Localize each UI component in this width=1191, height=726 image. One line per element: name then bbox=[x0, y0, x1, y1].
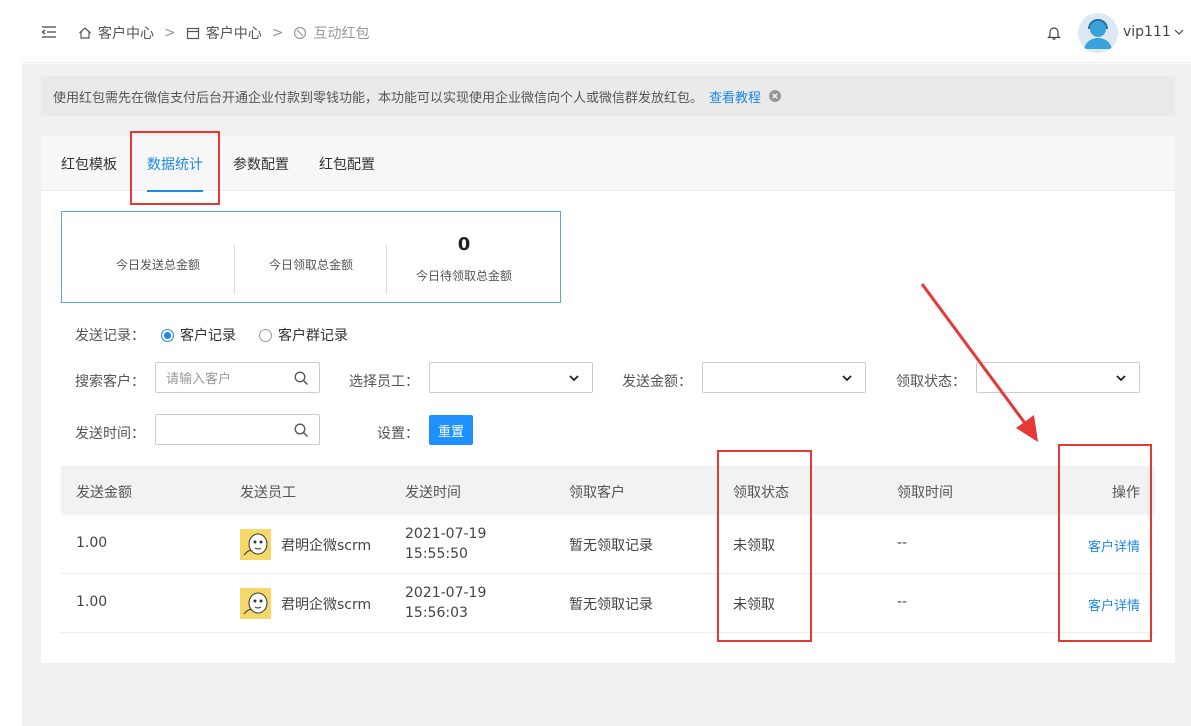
radio-customer-record[interactable]: 客户记录 bbox=[161, 325, 236, 345]
reset-button[interactable]: 重置 bbox=[429, 415, 473, 445]
annotation-box-tab bbox=[130, 131, 220, 205]
send-time-cell: 2021-07-19 15:56:03 bbox=[405, 585, 487, 621]
table-row: 1.00 君明企微scrm 2021-07-19 15:56:03 暂无领取记录… bbox=[61, 574, 1155, 633]
block-icon bbox=[294, 26, 307, 40]
tab-params[interactable]: 参数配置 bbox=[233, 154, 289, 174]
notice-bar: 使用红包需先在微信支付后台开通企业付款到零钱功能，本功能可以实现使用企业微信向个… bbox=[41, 76, 1175, 116]
employee-select[interactable] bbox=[429, 362, 593, 393]
breadcrumb-home[interactable]: 客户中心 bbox=[78, 23, 154, 43]
stats-panel: 今日发送总金额 今日领取总金额 0 今日待领取总金额 bbox=[61, 211, 561, 303]
breadcrumb: 客户中心 > 客户中心 > 互动红包 bbox=[78, 22, 369, 44]
bell-icon[interactable] bbox=[1046, 25, 1062, 41]
cartoon-avatar-icon bbox=[240, 588, 271, 619]
chevron-down-icon bbox=[842, 375, 852, 382]
stat-sent: 今日发送总金额 bbox=[115, 258, 200, 272]
tab-template[interactable]: 红包模板 bbox=[61, 154, 117, 174]
status-select[interactable] bbox=[976, 362, 1140, 393]
left-strip bbox=[0, 0, 22, 726]
breadcrumb-separator: > bbox=[271, 25, 284, 41]
breadcrumb-current: 互动红包 bbox=[293, 23, 369, 43]
stat-pending: 0 今日待领取总金额 bbox=[415, 234, 512, 283]
home-icon bbox=[79, 27, 91, 39]
username-dropdown[interactable]: vip111 bbox=[1123, 24, 1184, 40]
amount-select[interactable] bbox=[702, 362, 866, 393]
send-time-cell: 2021-07-19 15:55:50 bbox=[405, 526, 487, 562]
radio-group-record[interactable]: 客户群记录 bbox=[259, 325, 348, 345]
amount-label: 发送金额： bbox=[622, 374, 692, 390]
tutorial-link[interactable]: 查看教程 bbox=[709, 87, 761, 106]
stat-divider bbox=[386, 244, 387, 294]
search-customer-input[interactable]: 请输入客户 bbox=[155, 362, 320, 393]
calendar-icon bbox=[186, 27, 199, 40]
employee-label: 选择员工： bbox=[349, 374, 419, 390]
settings-label: 设置： bbox=[377, 426, 419, 442]
menu-collapse-icon[interactable] bbox=[41, 24, 57, 40]
annotation-box-action bbox=[1058, 444, 1152, 642]
table-header: 发送金额 发送员工 发送时间 领取客户 领取状态 领取时间 操作 bbox=[61, 466, 1155, 515]
send-time-input[interactable] bbox=[155, 414, 320, 445]
employee-avatar bbox=[240, 529, 271, 560]
search-icon[interactable] bbox=[294, 423, 309, 438]
table-row: 1.00 君明企微scrm 2021-07-19 15:55:50 暂无领取记录… bbox=[61, 515, 1155, 574]
main-card: 红包模板 数据统计 参数配置 红包配置 今日发送总金额 今日领取总金额 0 今日… bbox=[41, 136, 1175, 663]
breadcrumb-customer[interactable]: 客户中心 bbox=[186, 23, 262, 43]
breadcrumb-separator: > bbox=[164, 25, 176, 41]
send-record-label: 发送记录： bbox=[75, 328, 145, 344]
chevron-down-icon bbox=[569, 375, 579, 382]
close-icon[interactable] bbox=[769, 90, 782, 102]
annotation-box-status bbox=[717, 450, 812, 642]
cartoon-avatar-icon bbox=[240, 529, 271, 560]
send-time-label: 发送时间： bbox=[75, 426, 145, 442]
employee-avatar bbox=[240, 588, 271, 619]
user-avatar[interactable] bbox=[1078, 13, 1118, 53]
search-icon[interactable] bbox=[294, 371, 309, 386]
search-customer-label: 搜索客户： bbox=[75, 374, 145, 390]
chevron-down-icon bbox=[1174, 29, 1184, 35]
chevron-down-icon bbox=[1116, 375, 1126, 382]
avatar-icon bbox=[1078, 13, 1118, 53]
status-label: 领取状态： bbox=[896, 374, 966, 390]
tab-config[interactable]: 红包配置 bbox=[319, 154, 375, 174]
stat-received: 今日领取总金额 bbox=[268, 258, 353, 272]
